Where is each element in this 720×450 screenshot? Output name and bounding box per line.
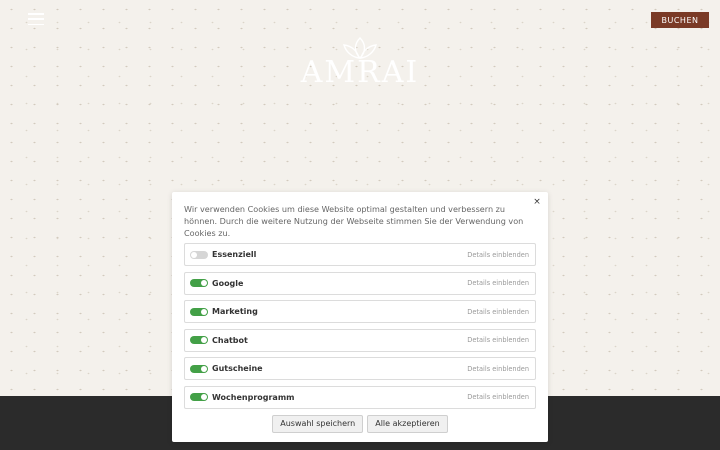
details-link[interactable]: Details einblenden <box>467 308 529 316</box>
toggle-switch-marketing[interactable] <box>190 307 208 316</box>
cookie-category-google: Google Details einblenden <box>184 271 536 295</box>
accept-all-button[interactable]: Alle akzeptieren <box>367 414 448 433</box>
category-label: Chatbot <box>212 335 248 345</box>
category-label: Essenziell <box>212 250 257 259</box>
category-label: Google <box>212 278 244 288</box>
category-label: Marketing <box>212 307 258 317</box>
toggle-switch-wochenprogramm[interactable] <box>190 393 208 402</box>
cookie-category-gutscheine: Gutscheine Details einblenden <box>184 357 536 381</box>
logo-text: AMRAI <box>300 55 420 90</box>
details-link[interactable]: Details einblenden <box>467 393 529 401</box>
cookie-category-essenziell: Essenziell Details einblenden <box>184 243 536 266</box>
cookie-category-list: Essenziell Details einblenden Google Det… <box>184 243 536 409</box>
book-button[interactable]: BUCHEN <box>651 12 709 28</box>
details-link[interactable]: Details einblenden <box>467 336 529 344</box>
details-link[interactable]: Details einblenden <box>467 251 529 259</box>
cookie-intro-text: Wir verwenden Cookies um diese Website o… <box>184 204 524 238</box>
save-selection-button[interactable]: Auswahl speichern <box>272 414 364 433</box>
cookie-category-chatbot: Chatbot Details einblenden <box>184 328 536 352</box>
cookie-actions: Auswahl speichern Alle akzeptieren <box>184 414 536 433</box>
cookie-category-wochenprogramm: Wochenprogramm Details einblenden <box>184 385 536 409</box>
details-link[interactable]: Details einblenden <box>467 365 529 373</box>
category-label: Wochenprogramm <box>212 392 295 402</box>
hamburger-icon[interactable] <box>28 13 44 25</box>
toggle-switch-google[interactable] <box>190 279 208 288</box>
toggle-switch-chatbot[interactable] <box>190 336 208 345</box>
details-link[interactable]: Details einblenden <box>467 279 529 287</box>
toggle-switch-essenziell <box>190 250 208 259</box>
category-label: Gutscheine <box>212 364 263 374</box>
logo: AMRAI <box>300 36 420 106</box>
cookie-category-marketing: Marketing Details einblenden <box>184 300 536 324</box>
toggle-switch-gutscheine[interactable] <box>190 364 208 373</box>
cookie-consent-dialog: × Wir verwenden Cookies um diese Website… <box>172 192 548 442</box>
close-icon[interactable]: × <box>531 196 543 208</box>
